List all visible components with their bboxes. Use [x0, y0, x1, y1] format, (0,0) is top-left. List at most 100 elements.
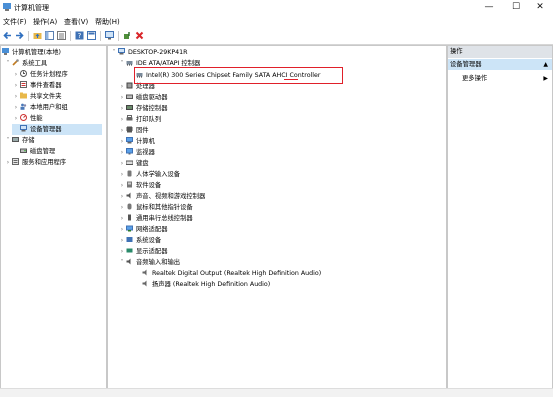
update-driver-icon[interactable]	[123, 31, 132, 40]
chevron-right-icon[interactable]: ›	[118, 169, 126, 180]
device-category-system-devices[interactable]: › 系统设备	[118, 235, 161, 246]
device-category-label: 声音、视频和游戏控制器	[136, 193, 206, 200]
device-category-audio-io[interactable]: ˅ 音频输入和输出	[118, 257, 180, 268]
device-category-keyboards[interactable]: › 键盘	[118, 158, 149, 169]
properties-icon[interactable]	[87, 31, 96, 40]
minimize-button[interactable]: —	[476, 0, 502, 15]
device-item-label: Realtek Digital Output (Realtek High Def…	[152, 270, 322, 277]
tree-item-performance[interactable]: › 性能	[12, 113, 43, 124]
tree-item-shared-folders[interactable]: › 共享文件夹	[12, 91, 61, 102]
device-category-mice[interactable]: › 鼠标和其他指针设备	[118, 202, 193, 213]
toolbar: ?	[0, 28, 553, 45]
device-category-storage-controllers[interactable]: › 存储控制器	[118, 103, 167, 114]
device-category-hid[interactable]: › 人体学输入设备	[118, 169, 180, 180]
actions-header: 操作	[448, 46, 552, 58]
actions-selected-label: 设备管理器	[450, 61, 482, 68]
toolbar-separator	[118, 31, 119, 41]
chevron-right-icon[interactable]: ›	[12, 113, 20, 124]
chevron-right-icon[interactable]: ›	[118, 158, 126, 169]
tree-item-task-scheduler[interactable]: › 任务计划程序	[12, 69, 68, 80]
chevron-right-icon[interactable]: ›	[118, 202, 126, 213]
tree-item-event-viewer[interactable]: › 事件查看器	[12, 80, 61, 91]
chevron-right-icon[interactable]: ›	[118, 235, 126, 246]
device-category-firmware[interactable]: › 固件	[118, 125, 149, 136]
tree-item-services-applications[interactable]: › 服务和应用程序	[4, 157, 66, 168]
device-category-software-devices[interactable]: › 软件设备	[118, 180, 161, 191]
chevron-right-icon[interactable]: ›	[118, 125, 126, 136]
menu-file[interactable]: 文件(F)	[3, 17, 27, 27]
chevron-right-icon[interactable]: ›	[118, 180, 126, 191]
device-category-sound-video-game[interactable]: › 声音、视频和游戏控制器	[118, 191, 205, 202]
up-folder-icon[interactable]	[33, 31, 42, 40]
device-tree-root[interactable]: ˅ DESKTOP-29KP41R	[110, 47, 188, 58]
chevron-right-icon[interactable]: ›	[12, 102, 20, 113]
device-category-monitors[interactable]: › 监视器	[118, 147, 155, 158]
hid-icon	[127, 170, 132, 177]
chevron-right-icon[interactable]: ›	[118, 103, 126, 114]
shared-folder-icon	[20, 92, 27, 99]
chevron-right-icon[interactable]: ›	[118, 147, 126, 158]
device-category-usb-controllers[interactable]: › 通用串行总线控制器	[118, 213, 193, 224]
maximize-button[interactable]: ☐	[503, 0, 529, 15]
show-hide-tree-icon[interactable]	[45, 31, 54, 40]
device-category-disk-drives[interactable]: › 磁盘驱动器	[118, 92, 168, 103]
chevron-right-icon[interactable]: ›	[118, 92, 126, 103]
chevron-right-icon[interactable]: ›	[118, 81, 126, 92]
tree-item-computer-management[interactable]: 计算机管理(本地)	[2, 47, 61, 58]
device-category-network-adapters[interactable]: › 网络适配器	[118, 224, 167, 235]
close-button[interactable]: ✕	[527, 0, 553, 15]
chevron-right-icon[interactable]: ›	[118, 246, 126, 257]
chevron-right-icon[interactable]: ›	[118, 136, 126, 147]
collapse-up-icon[interactable]: ▲	[543, 59, 548, 70]
more-actions-label: 更多操作	[462, 75, 488, 82]
tree-item-disk-management[interactable]: 磁盘管理	[12, 146, 55, 157]
tree-item-local-users-groups[interactable]: › 本地用户和组	[12, 102, 68, 113]
tree-item-system-tools[interactable]: ˅ 系统工具	[4, 58, 47, 69]
forward-arrow-icon[interactable]	[15, 31, 24, 40]
menu-action[interactable]: 操作(A)	[33, 17, 57, 27]
speaker-icon	[126, 258, 131, 265]
chevron-right-icon[interactable]: ›	[12, 80, 20, 91]
tree-item-label: 性能	[30, 115, 43, 122]
device-category-label: IDE ATA/ATAPI 控制器	[136, 60, 201, 67]
storage-icon	[12, 137, 19, 142]
chevron-right-icon[interactable]: ›	[12, 91, 20, 102]
tree-item-label: 系统工具	[22, 60, 48, 67]
computer-management-icon	[2, 48, 9, 55]
toolbar-separator	[70, 31, 71, 41]
chevron-down-icon[interactable]: ˅	[118, 58, 126, 69]
monitor-scan-icon[interactable]	[105, 31, 114, 40]
chevron-right-icon[interactable]: ›	[12, 69, 20, 80]
chevron-right-icon[interactable]: ›	[118, 114, 126, 125]
more-actions-item[interactable]: 更多操作 ▶	[462, 73, 550, 84]
chevron-right-icon[interactable]: ›	[4, 157, 12, 168]
chevron-right-icon[interactable]: ›	[118, 191, 126, 202]
menu-help[interactable]: 帮助(H)	[95, 17, 120, 27]
device-category-computer[interactable]: › 计算机	[118, 136, 155, 147]
actions-selected-item[interactable]: 设备管理器 ▲	[448, 59, 552, 70]
export-list-icon[interactable]	[57, 31, 66, 40]
device-category-print-queues[interactable]: › 打印队列	[118, 114, 161, 125]
chevron-right-icon[interactable]: ›	[118, 213, 126, 224]
chevron-down-icon[interactable]: ˅	[110, 47, 118, 58]
title-bar: 计算机管理 — ☐ ✕	[0, 0, 553, 15]
actions-pane: 操作 设备管理器 ▲ 更多操作 ▶	[447, 45, 553, 389]
chevron-down-icon[interactable]: ˅	[4, 135, 12, 146]
device-item-speakers[interactable]: 扬声器 (Realtek High Definition Audio)	[142, 279, 270, 290]
chevron-down-icon[interactable]: ˅	[118, 257, 126, 268]
tree-item-label: 任务计划程序	[30, 71, 68, 78]
chevron-right-icon: ▶	[543, 75, 548, 82]
uninstall-x-icon[interactable]	[135, 31, 144, 40]
device-item-realtek-digital-output[interactable]: Realtek Digital Output (Realtek High Def…	[142, 268, 321, 279]
menu-bar: 文件(F) 操作(A) 查看(V) 帮助(H)	[0, 15, 553, 28]
tree-item-device-manager[interactable]: 设备管理器	[12, 124, 102, 135]
menu-view[interactable]: 查看(V)	[64, 17, 88, 27]
chevron-down-icon[interactable]: ˅	[4, 58, 12, 69]
tree-item-label: 服务和应用程序	[22, 159, 67, 166]
chevron-right-icon[interactable]: ›	[118, 224, 126, 235]
back-arrow-icon[interactable]	[3, 31, 12, 40]
computer-icon	[118, 48, 125, 55]
help-icon[interactable]: ?	[75, 31, 84, 40]
tree-item-storage[interactable]: ˅ 存储	[4, 135, 35, 146]
device-category-display-adapters[interactable]: › 显示适配器	[118, 246, 168, 257]
